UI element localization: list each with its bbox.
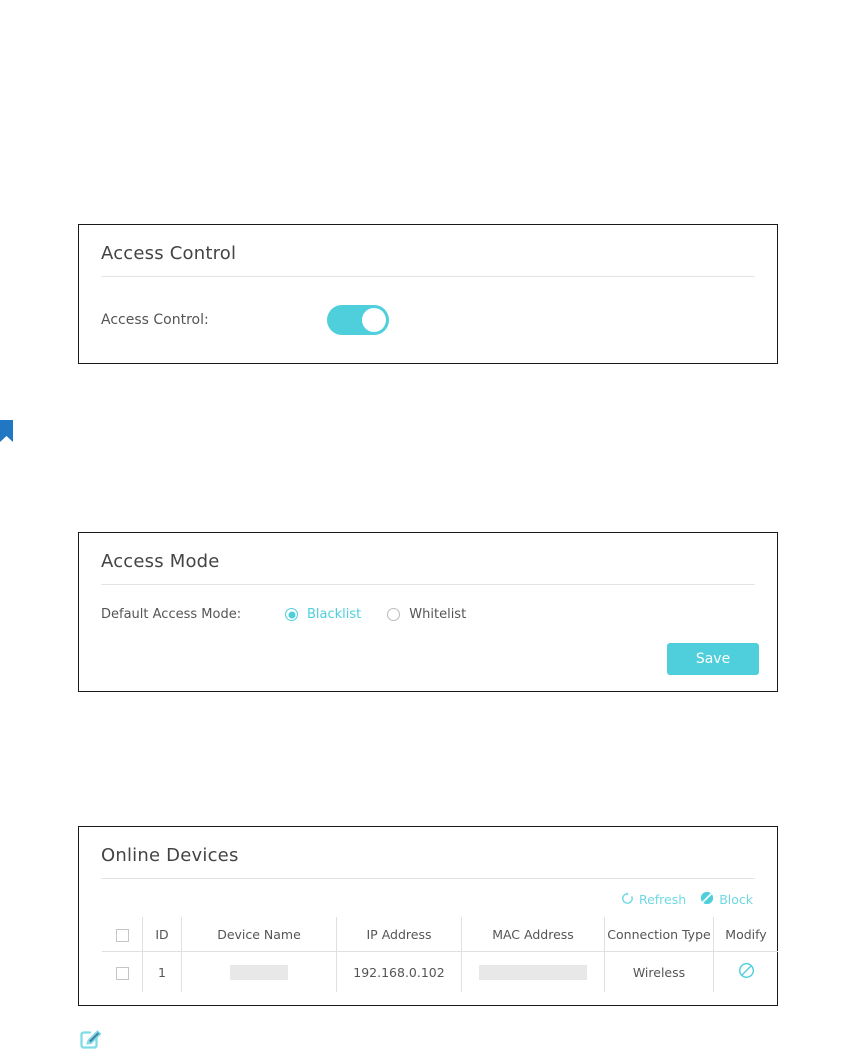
- cell-id: 1: [142, 951, 182, 992]
- panel-title: Access Control: [101, 243, 237, 264]
- cell-mac-address: [461, 951, 605, 992]
- header-modify: Modify: [713, 917, 778, 952]
- row-checkbox[interactable]: [115, 966, 129, 980]
- default-access-mode-row: Default Access Mode: Blacklist Whitelist: [79, 585, 777, 622]
- radio-blacklist-label: Blacklist: [307, 607, 362, 622]
- cell-device-name: [181, 951, 337, 992]
- access-control-label: Access Control:: [101, 312, 209, 328]
- redacted-mac-address: [479, 965, 587, 980]
- header-id: ID: [142, 917, 182, 952]
- access-control-panel: Access Control Access Control:: [78, 224, 778, 364]
- radio-option-blacklist[interactable]: Blacklist: [285, 607, 361, 622]
- radio-whitelist-label: Whitelist: [409, 607, 467, 622]
- refresh-label: Refresh: [638, 892, 687, 907]
- radio-whitelist-indicator[interactable]: [387, 608, 401, 621]
- default-access-mode-label: Default Access Mode:: [101, 607, 242, 622]
- select-all-checkbox[interactable]: [115, 928, 129, 942]
- table-header-row: ID Device Name IP Address MAC Address Co…: [102, 917, 778, 952]
- header-select-all: [102, 917, 143, 952]
- header-mac-address: MAC Address: [461, 917, 605, 952]
- panel-title: Access Mode: [101, 551, 220, 572]
- table-actions-bar: Refresh Block: [79, 879, 777, 908]
- header-device-name: Device Name: [181, 917, 337, 952]
- row-select-cell: [102, 951, 143, 992]
- bookmark-icon: [0, 420, 13, 446]
- cell-connection-type: Wireless: [604, 951, 714, 992]
- block-label: Block: [719, 892, 753, 907]
- redacted-device-name: [230, 965, 288, 980]
- edit-note-icon: [78, 1024, 104, 1050]
- access-mode-panel: Access Mode Default Access Mode: Blackli…: [78, 532, 778, 692]
- header-ip-address: IP Address: [336, 917, 462, 952]
- access-control-toggle[interactable]: [327, 305, 389, 335]
- block-filled-icon: [700, 891, 714, 908]
- radio-blacklist-indicator[interactable]: [285, 608, 298, 621]
- cell-modify: [713, 951, 778, 992]
- refresh-icon: [621, 891, 634, 908]
- panel-title: Online Devices: [101, 845, 239, 866]
- online-devices-panel: Online Devices Refresh Block ID Device N…: [78, 826, 779, 1006]
- block-outline-icon[interactable]: [738, 962, 755, 982]
- toggle-knob: [362, 308, 386, 332]
- table-row: 1 192.168.0.102 Wireless: [102, 951, 778, 992]
- cell-ip-address: 192.168.0.102: [336, 951, 462, 992]
- block-button[interactable]: Block: [700, 891, 753, 908]
- radio-option-whitelist[interactable]: Whitelist: [387, 607, 466, 622]
- save-button-container: Save: [667, 643, 759, 675]
- save-button[interactable]: Save: [667, 643, 759, 675]
- online-devices-table: ID Device Name IP Address MAC Address Co…: [101, 916, 779, 993]
- refresh-button[interactable]: Refresh: [621, 891, 687, 908]
- header-connection-type: Connection Type: [604, 917, 714, 952]
- access-control-field-row: Access Control:: [79, 277, 777, 335]
